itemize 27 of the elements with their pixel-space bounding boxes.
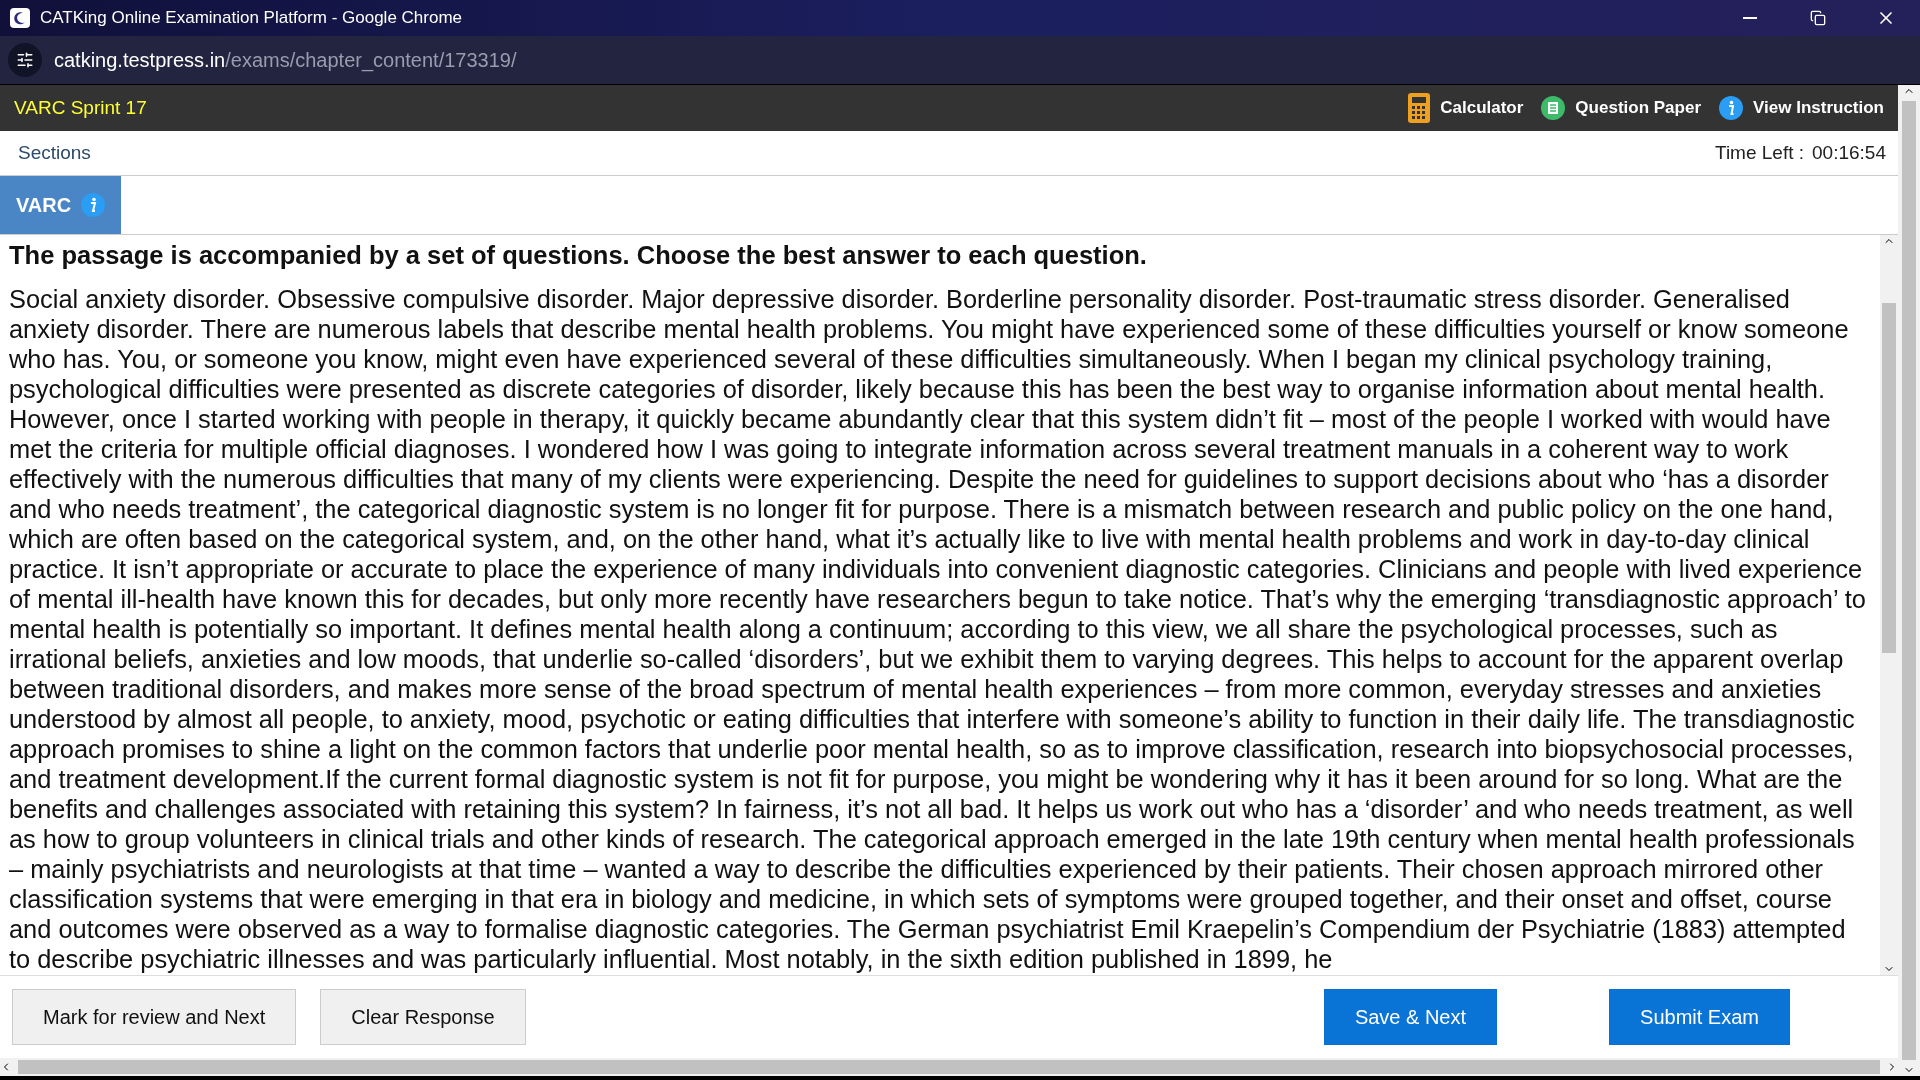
time-left-value: 00:16:54 <box>1812 142 1886 164</box>
exam-title: VARC Sprint 17 <box>14 97 148 119</box>
calculator-tool-button[interactable]: Calculator <box>1408 93 1524 123</box>
action-button[interactable]: Mark for review and Next <box>12 989 297 1045</box>
page-scrollbar[interactable] <box>1898 85 1920 1076</box>
window-title: CATKing Online Examination Platform - Google Chrome <box>40 8 464 28</box>
site-settings-icon[interactable] <box>8 43 42 77</box>
document-icon <box>1541 96 1566 120</box>
info-icon[interactable] <box>81 193 106 217</box>
info-tool-button[interactable]: View Instruction <box>1719 96 1884 120</box>
minimize-icon <box>1743 17 1757 19</box>
submit-button[interactable]: Submit Exam <box>1609 989 1790 1045</box>
restore-icon <box>1810 10 1826 26</box>
sections-label: Sections <box>18 142 92 164</box>
calculator-icon <box>1408 93 1431 123</box>
save-next-button[interactable]: Save & Next <box>1323 989 1498 1045</box>
horizontal-scrollbar[interactable] <box>0 1058 1898 1076</box>
time-left-label: Time Left : <box>1715 142 1805 164</box>
action-button[interactable]: Clear Response <box>320 989 526 1045</box>
passage-scrollbar[interactable] <box>1880 235 1898 975</box>
section-tab[interactable]: VARC <box>0 176 122 234</box>
passage-instruction: The passage is accompanied by a set of questions. Choose the best answer to each question. <box>9 241 1148 270</box>
url-text[interactable]: catking.testpress.in/exams/chapter_content/173319/ <box>54 48 517 72</box>
paper-tool-button[interactable]: Question Paper <box>1541 96 1701 120</box>
info-icon <box>1719 96 1743 120</box>
app-logo-icon <box>10 8 30 28</box>
passage-text: Social anxiety disorder. Obsessive compulsive disorder. Major depressive disorder. Borderline personality disorder. Post-traumatic stress disorder. Generalised anxiety disorder. There are numerous labels that describe mental health problems. You might have experienced some of these difficulties yourself or know someone who has. You, or someone you know, might even have experienced several of these difficulties simultaneously. When I began my clinical psychology training, psychological difficulties were presented as discrete categories of disorder, likely because this has been the best way to organise information about mental health. However, once I started working with people in therapy, it quickly became abundantly clear that this system didn’t fit – most of the people I worked with would have met the criteria for multiple official diagnoses. I wondered how I was going to integrate information across several treatment manuals in a coherent way to work effectively with the numerous difficulties that many of my clients were experiencing. Despite the need for guidelines to support decisions about who ‘has a disorder and who needs treatment’, the categorical diagnostic system is no longer fit for purpose. There is a mismatch between research and public policy on the one hand, which are often based on the categorical system, and, on the other hand, what it’s actually like to live with mental health problems and work in day-to-day clinical practice. It isn’t appropriate or accurate to place the experience of many individuals into convenient diagnostic categories. Clinicians and people with lived experience of mental ill-health have known this for decades, but only more recently have researchers begun to take notice. That’s why the emerging ‘transdiagnostic approach’ to mental health is potentially so important. It defines mental health along a continuum; according to this view, we all share the psychological processes, such as irrational beliefs, anxieties and low moods, that underlie so-called ‘disorders’, but we exhibit them to varying degrees. This helps to account for the apparent overlap between traditional disorders, and makes more sense of the broad spectrum of mental health experiences – from more common, everyday stresses and anxieties understood by almost all people, to anxiety, mood, psychotic or eating difficulties that interfere with someone’s ability to function in their daily life. The transdiagnostic approach promises to shine a light on the common factors that underlie poor mental health, so as to improve classification, research into biopsychosocial processes, and treatment development.If the current formal diagnostic system is not fit for purpose, you might be wondering why it has it been around for so long. What are the benefits and challenges associated with retaining this system? In fairness, it’s not all bad. It helps us work out who has a ‘disorder’ and who needs treatment, as well as how to group volunteers in clinical trials and other kinds of research. The categorical approach emerged in the late 19th century when mental health professionals – mainly psychiatrists and neurologists at that time – wanted a way to describe the difficulties experienced by their patients. Their chosen approach mirrored other classification systems that were emerging in that era in biology and medicine, in which sets of symptoms were grouped together, and their onset and offset, course and outcomes were observed as a way to formalise diagnostic categories. The German psychiatrist Emil Kraepelin’s Compendium der Psychiatrie (1883) attempted to describe psychiatric illnesses and was particularly influential. Most notably, in the sixth edition published in 1899, he <box>9 284 1867 974</box>
